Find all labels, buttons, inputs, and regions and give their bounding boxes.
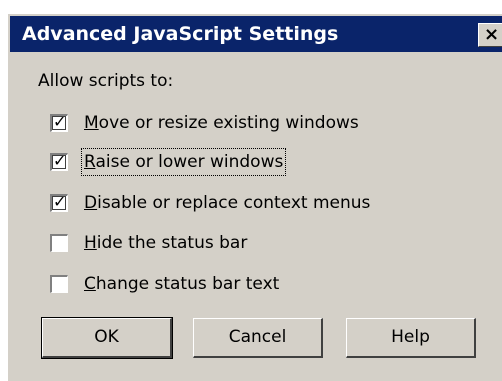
hide-status-bar-label: Hide the status bar bbox=[84, 232, 247, 254]
raise-lower-accel: R bbox=[84, 152, 96, 172]
move-resize-checkbox[interactable]: ✓ bbox=[50, 112, 68, 132]
help-button[interactable]: Help bbox=[346, 318, 476, 358]
disable-context-menus-text: isable or replace context menus bbox=[97, 193, 371, 213]
move-resize-accel: M bbox=[84, 113, 99, 133]
close-button[interactable]: × bbox=[478, 23, 502, 47]
change-status-text-checkbox[interactable] bbox=[50, 275, 68, 293]
raise-lower-label: Raise or lower windows bbox=[80, 148, 287, 176]
option-hide-status-bar[interactable]: Hide the status bar bbox=[50, 230, 490, 258]
dialog-title: Advanced JavaScript Settings bbox=[22, 23, 339, 45]
move-resize-text: ove or resize existing windows bbox=[98, 113, 359, 133]
disable-context-menus-checkbox[interactable]: ✓ bbox=[50, 192, 68, 212]
hide-status-bar-text: ide the status bar bbox=[96, 233, 248, 253]
option-disable-context-menus[interactable]: ✓ Disable or replace context menus bbox=[50, 190, 490, 218]
title-bar[interactable]: Advanced JavaScript Settings × bbox=[10, 16, 502, 52]
option-raise-lower-windows[interactable]: ✓ Raise or lower windows bbox=[50, 148, 490, 177]
checkmark-icon: ✓ bbox=[53, 151, 67, 170]
close-icon: × bbox=[484, 24, 500, 45]
change-status-text-accel: C bbox=[84, 274, 96, 294]
cancel-button[interactable]: Cancel bbox=[193, 318, 323, 358]
option-change-status-text[interactable]: Change status bar text bbox=[50, 271, 490, 299]
change-status-text-label: Change status bar text bbox=[84, 273, 279, 295]
advanced-javascript-settings-dialog: Advanced JavaScript Settings × Allow scr… bbox=[7, 13, 502, 381]
checkmark-icon: ✓ bbox=[53, 192, 67, 211]
allow-scripts-label: Allow scripts to: bbox=[38, 71, 174, 91]
raise-lower-text: aise or lower windows bbox=[95, 152, 284, 172]
hide-status-bar-checkbox[interactable] bbox=[50, 234, 68, 252]
disable-context-menus-label: Disable or replace context menus bbox=[84, 192, 370, 214]
checkmark-icon: ✓ bbox=[53, 112, 67, 131]
disable-context-menus-accel: D bbox=[84, 193, 98, 213]
move-resize-label: Move or resize existing windows bbox=[84, 112, 359, 134]
ok-button[interactable]: OK bbox=[41, 317, 173, 359]
change-status-text-text: hange status bar text bbox=[95, 274, 280, 294]
option-move-resize-windows[interactable]: ✓ Move or resize existing windows bbox=[50, 110, 490, 138]
raise-lower-checkbox[interactable]: ✓ bbox=[50, 151, 68, 171]
hide-status-bar-accel: H bbox=[84, 233, 97, 253]
